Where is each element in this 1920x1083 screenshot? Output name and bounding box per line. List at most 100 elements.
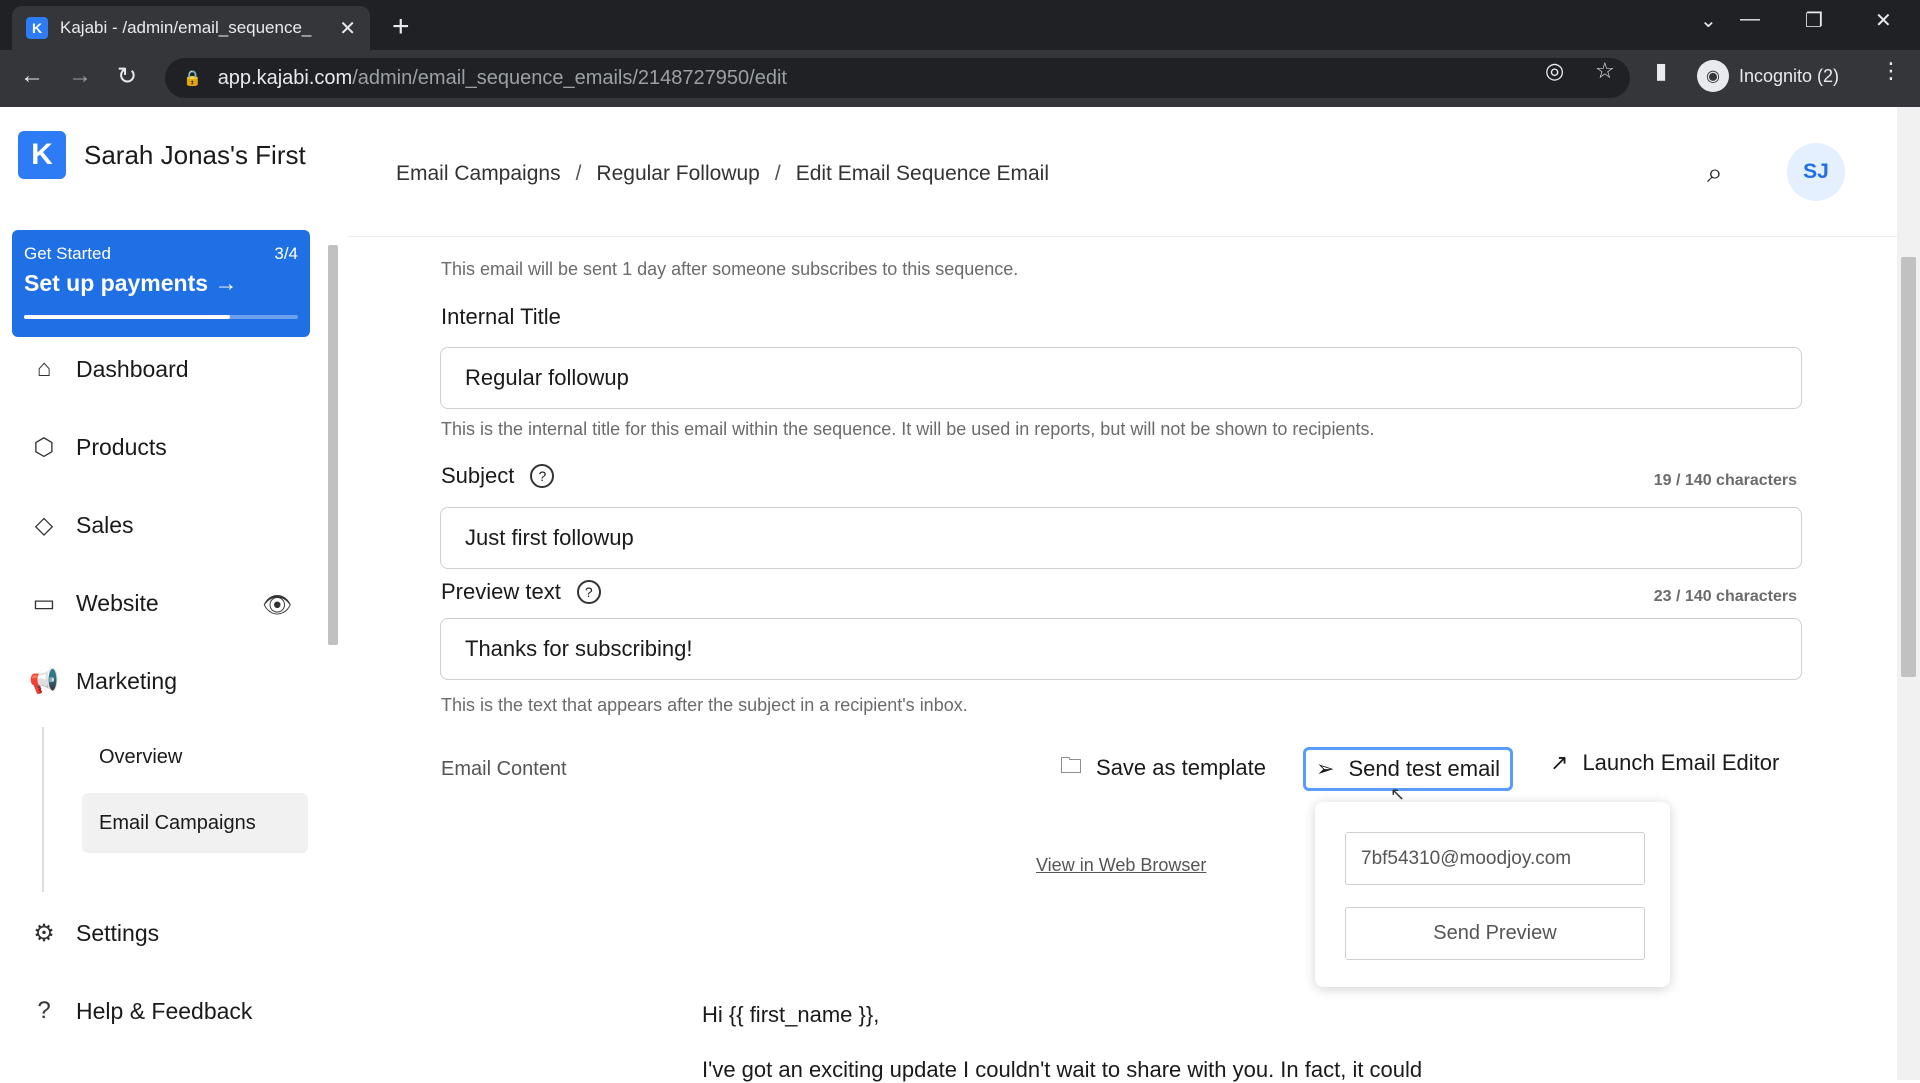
- internal-title-label: Internal Title: [441, 304, 561, 329]
- site-name: Sarah Jonas's First: [84, 139, 306, 170]
- view-in-web-browser-link[interactable]: View in Web Browser: [1036, 855, 1206, 876]
- email-form: This email will be sent 1 day after some…: [395, 237, 1835, 1082]
- eye-icon[interactable]: 👁: [262, 591, 292, 620]
- subject-label: Subject: [441, 463, 515, 488]
- breadcrumb-link[interactable]: Regular Followup: [596, 162, 759, 185]
- restore-icon[interactable]: ❐: [1805, 8, 1823, 33]
- email-body-line: I've got an exciting update I couldn't w…: [702, 1057, 1423, 1082]
- preview-label-row: Preview text ?: [441, 579, 601, 605]
- mouse-cursor-icon: ↖: [1390, 784, 1406, 804]
- save-as-template-label: Save as template: [1096, 755, 1266, 780]
- send-test-popover: 7bf54310@moodjoy.com Send Preview: [1315, 802, 1670, 987]
- address-bar[interactable]: 🔒 app.kajabi.com/admin/email_sequence_em…: [165, 58, 1630, 98]
- brand[interactable]: K Sarah Jonas's First: [18, 131, 306, 179]
- folder-icon: 🗀: [1060, 753, 1083, 778]
- sidebar: K Sarah Jonas's First Get Started 3/4 Se…: [0, 107, 347, 1080]
- close-tab-icon[interactable]: ✕: [339, 16, 356, 41]
- sidebar-item-products[interactable]: ⬡ Products: [28, 433, 167, 462]
- internal-title-input[interactable]: Regular followup: [440, 347, 1802, 409]
- sidebar-item-website[interactable]: ▭ Website: [28, 589, 159, 618]
- window-close-icon[interactable]: ✕: [1875, 8, 1892, 33]
- megaphone-icon: 📢: [29, 668, 59, 695]
- sidebar-item-sales[interactable]: ◇ Sales: [28, 511, 134, 540]
- monitor-icon: ▭: [32, 590, 56, 617]
- sidebar-item-label: Website: [76, 590, 159, 616]
- preview-label: Preview text: [441, 579, 561, 604]
- incognito-label: Incognito (2): [1739, 65, 1840, 86]
- side-panel-icon[interactable]: ▮: [1655, 58, 1667, 84]
- incognito-badge[interactable]: ◉ Incognito (2): [1697, 56, 1839, 96]
- subject-char-count: 19 / 140 characters: [1653, 472, 1797, 489]
- sidebar-item-label: Dashboard: [76, 355, 189, 382]
- sidebar-item-marketing[interactable]: 📢 Marketing: [28, 667, 177, 696]
- sidebar-item-label: Help & Feedback: [76, 997, 253, 1024]
- breadcrumb: Email Campaigns / Regular Followup / Edit Em…: [396, 162, 1049, 185]
- help-circle-icon[interactable]: ?: [576, 580, 601, 604]
- submenu-divider: [42, 727, 44, 892]
- sidebar-scroll-thumb[interactable]: [328, 245, 338, 645]
- browser-tab-bar: K Kajabi - /admin/email_sequence_ ✕ + ⌄ …: [0, 0, 1920, 50]
- sidebar-subitem-label: Email Campaigns: [99, 811, 256, 834]
- tab-title: Kajabi - /admin/email_sequence_: [60, 18, 312, 37]
- forward-icon[interactable]: →: [68, 62, 92, 90]
- tag-icon: ◇: [34, 512, 54, 539]
- email-greeting: Hi {{ first_name }},: [702, 1002, 880, 1027]
- get-started-progress-bar: [24, 315, 298, 319]
- page-scroll-thumb[interactable]: [1901, 257, 1916, 677]
- back-icon[interactable]: ←: [20, 62, 44, 90]
- sidebar-subitem-email-campaigns[interactable]: Email Campaigns: [82, 793, 308, 853]
- get-started-progress-text: 3/4: [274, 244, 298, 263]
- avatar[interactable]: SJ: [1787, 143, 1845, 201]
- get-started-card[interactable]: Get Started 3/4 Set up payments →: [12, 230, 310, 337]
- sidebar-item-settings[interactable]: ⚙ Settings: [28, 919, 159, 948]
- incognito-icon: ◉: [1697, 60, 1729, 92]
- page-header: Email Campaigns / Regular Followup / Edit Em…: [347, 107, 1897, 237]
- get-started-title: Set up payments: [24, 270, 209, 296]
- breadcrumb-link[interactable]: Email Campaigns: [396, 162, 561, 185]
- preview-helper-text: This is the text that appears after the …: [441, 695, 968, 715]
- sidebar-subitem-overview[interactable]: Overview: [82, 727, 308, 787]
- launch-email-editor-button[interactable]: ↗ Launch Email Editor: [1550, 750, 1779, 776]
- sidebar-subitem-label: Overview: [99, 745, 183, 768]
- lock-icon: 🔒: [183, 70, 202, 87]
- launch-email-editor-label: Launch Email Editor: [1582, 750, 1780, 775]
- browser-tab[interactable]: K Kajabi - /admin/email_sequence_ ✕: [12, 6, 370, 50]
- arrow-right-icon: →: [214, 270, 238, 296]
- breadcrumb-current: Edit Email Sequence Email: [795, 162, 1049, 185]
- reload-icon[interactable]: ↻: [117, 62, 137, 91]
- bookmark-star-icon[interactable]: ☆: [1595, 58, 1615, 84]
- url-path: /admin/email_sequence_emails/2148727950/…: [352, 66, 787, 89]
- get-started-label: Get Started: [24, 244, 111, 263]
- url-host: app.kajabi.com: [217, 66, 353, 89]
- tab-search-icon[interactable]: ⌄: [1700, 8, 1717, 33]
- save-as-template-button[interactable]: 🗀 Save as template: [1060, 749, 1266, 787]
- sidebar-item-label: Settings: [76, 920, 160, 946]
- tracking-protection-icon[interactable]: ◎: [1545, 58, 1564, 84]
- sidebar-item-label: Marketing: [76, 668, 177, 694]
- subject-input[interactable]: Just first followup: [440, 507, 1802, 569]
- external-link-icon: ↗: [1550, 750, 1569, 775]
- browser-menu-icon[interactable]: ⋮: [1880, 58, 1902, 84]
- sidebar-item-help[interactable]: ? Help & Feedback: [28, 997, 252, 1025]
- search-icon[interactable]: ⌕: [1707, 157, 1723, 190]
- box-icon: ⬡: [33, 434, 55, 461]
- schedule-helper-text: This email will be sent 1 day after some…: [441, 259, 1019, 279]
- new-tab-icon[interactable]: +: [392, 10, 410, 44]
- send-test-email-button[interactable]: ➢ Send test email: [1303, 747, 1514, 791]
- sidebar-scrollbar[interactable]: [325, 225, 341, 985]
- subject-label-row: Subject ?: [441, 463, 555, 489]
- internal-title-helper: This is the internal title for this emai…: [441, 419, 1375, 439]
- test-email-input[interactable]: 7bf54310@moodjoy.com: [1345, 832, 1645, 885]
- sidebar-item-label: Products: [76, 434, 167, 460]
- browser-toolbar: ← → ↻ 🔒 app.kajabi.com/admin/email_seque…: [0, 50, 1920, 107]
- home-icon: ⌂: [36, 355, 52, 382]
- kajabi-favicon-icon: K: [26, 17, 48, 39]
- send-test-email-label: Send test email: [1348, 756, 1501, 781]
- kajabi-logo-icon: K: [18, 131, 66, 179]
- minimize-icon[interactable]: —: [1740, 8, 1760, 31]
- page-scrollbar[interactable]: [1897, 107, 1920, 1080]
- help-circle-icon[interactable]: ?: [530, 464, 555, 488]
- sidebar-item-dashboard[interactable]: ⌂ Dashboard: [28, 355, 189, 383]
- send-preview-button[interactable]: Send Preview: [1345, 907, 1645, 960]
- preview-text-input[interactable]: Thanks for subscribing!: [440, 618, 1802, 680]
